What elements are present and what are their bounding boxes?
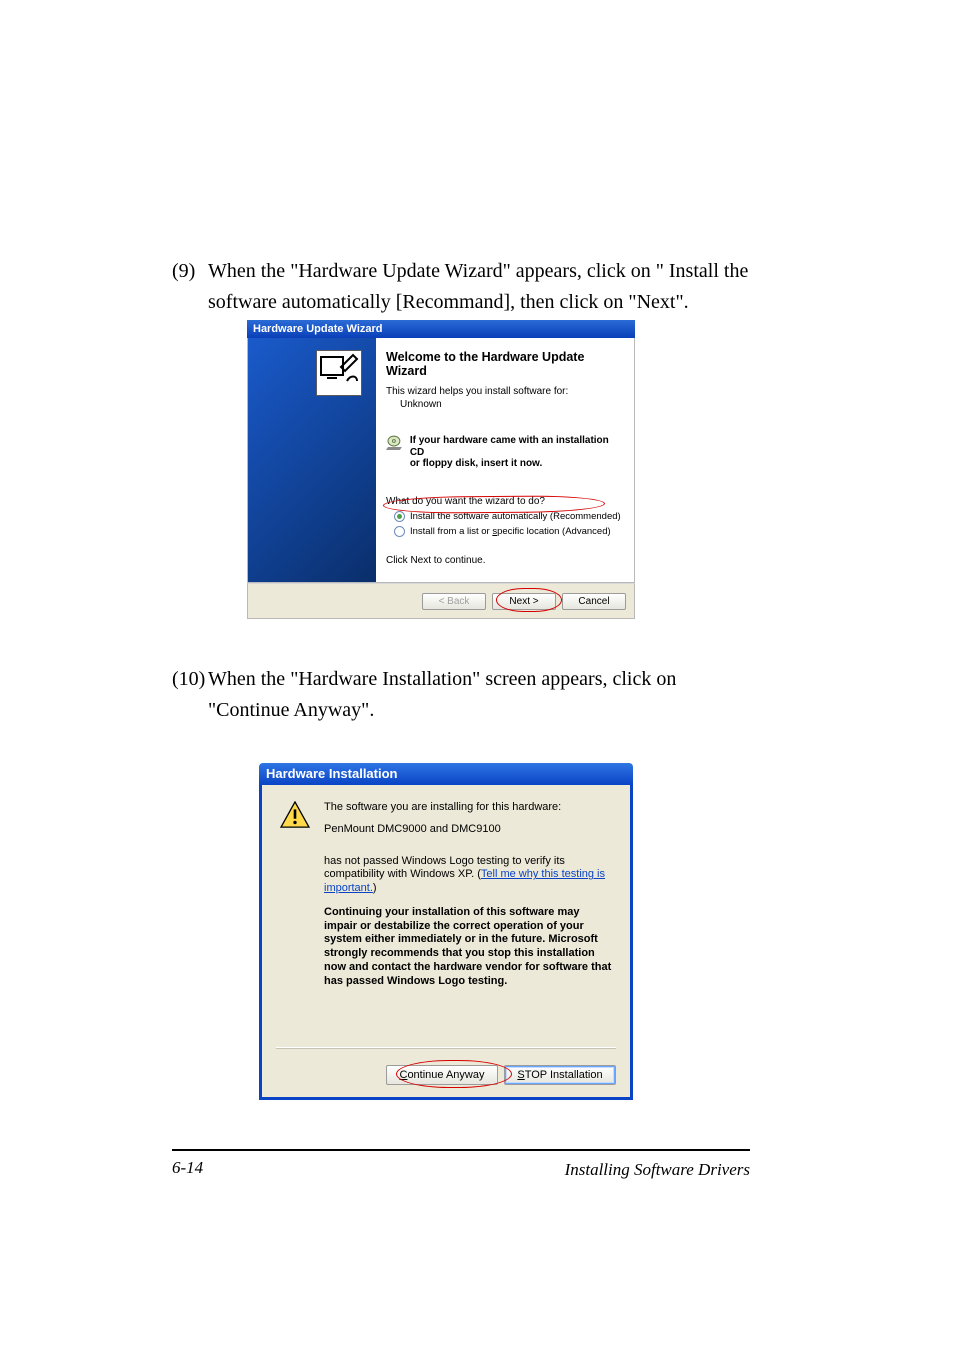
dialog-buttons: Continue Anyway STOP Installation: [386, 1065, 616, 1085]
radio-install-specific[interactable]: Install from a list or specific location…: [394, 525, 624, 539]
radio-install-auto[interactable]: Install the software automatically (Reco…: [394, 510, 624, 524]
step-10-container: (10) When the "Hardware Installation" sc…: [172, 664, 750, 740]
dialog-title: Hardware Update Wizard: [247, 320, 635, 338]
dialog-buttonbar: < Back Next > Cancel: [247, 583, 635, 619]
next-button[interactable]: Next >: [492, 593, 556, 610]
cancel-button[interactable]: Cancel: [562, 593, 626, 610]
continue-anyway-button[interactable]: Continue Anyway: [386, 1065, 498, 1085]
cd-text: If your hardware came with an installati…: [410, 435, 624, 470]
msg-warning: Continuing your installation of this sof…: [324, 906, 612, 989]
wizard-heading: Welcome to the Hardware Update Wizard: [386, 350, 624, 378]
wizard-sidebar: [248, 338, 376, 582]
step-text: When the "Hardware Installation" screen …: [172, 664, 750, 726]
step-number: (9): [172, 256, 208, 287]
hardware-installation-dialog: Hardware Installation The software you a…: [259, 763, 633, 1100]
back-button: < Back: [422, 593, 486, 610]
cd-hint: If your hardware came with an installati…: [386, 435, 624, 470]
radio-dot-icon: [394, 526, 405, 537]
dialog-inner: The software you are installing for this…: [262, 785, 630, 996]
stop-installation-button[interactable]: STOP Installation: [504, 1065, 616, 1085]
dialog-message: The software you are installing for this…: [324, 801, 612, 996]
dialog-divider: [276, 1047, 616, 1049]
hardware-update-wizard-dialog: Hardware Update Wizard Welcome to the Ha…: [247, 320, 635, 617]
footer-rule: [172, 1149, 750, 1151]
radio-label: Install the software automatically (Reco…: [410, 511, 621, 522]
continue-hint: Click Next to continue.: [386, 555, 624, 566]
step-9: (9) When the "Hardware Update Wizard" ap…: [172, 256, 750, 318]
msg-device: PenMount DMC9000 and DMC9100: [324, 823, 612, 837]
wizard-subtitle: This wizard helps you install software f…: [386, 386, 624, 397]
step-text: When the "Hardware Update Wizard" appear…: [172, 256, 750, 318]
msg-line1: The software you are installing for this…: [324, 801, 612, 815]
warning-icon: [280, 801, 310, 829]
step-number: (10): [172, 664, 208, 695]
cd-icon: [386, 435, 404, 453]
step-10: (10) When the "Hardware Installation" sc…: [172, 664, 750, 726]
dialog-title: Hardware Installation: [259, 763, 633, 785]
heading-line1: Welcome to the Hardware Update: [386, 350, 584, 364]
device-name: Unknown: [386, 399, 624, 410]
heading-line2: Wizard: [386, 364, 427, 378]
radio-label: Install from a list or specific location…: [410, 526, 611, 537]
wizard-icon: [316, 350, 362, 396]
radio-dot-icon: [394, 511, 405, 522]
dialog-body: Welcome to the Hardware Update Wizard Th…: [247, 338, 635, 583]
wizard-question: What do you want the wizard to do?: [386, 496, 624, 507]
page-number: 6-14: [172, 1158, 203, 1178]
document-page: (9) When the "Hardware Update Wizard" ap…: [0, 0, 954, 1351]
msg-logo-test: has not passed Windows Logo testing to v…: [324, 855, 612, 896]
footer-label: Installing Software Drivers: [565, 1160, 750, 1180]
wizard-main: Welcome to the Hardware Update Wizard Th…: [376, 338, 634, 582]
dialog-frame: The software you are installing for this…: [259, 785, 633, 1100]
